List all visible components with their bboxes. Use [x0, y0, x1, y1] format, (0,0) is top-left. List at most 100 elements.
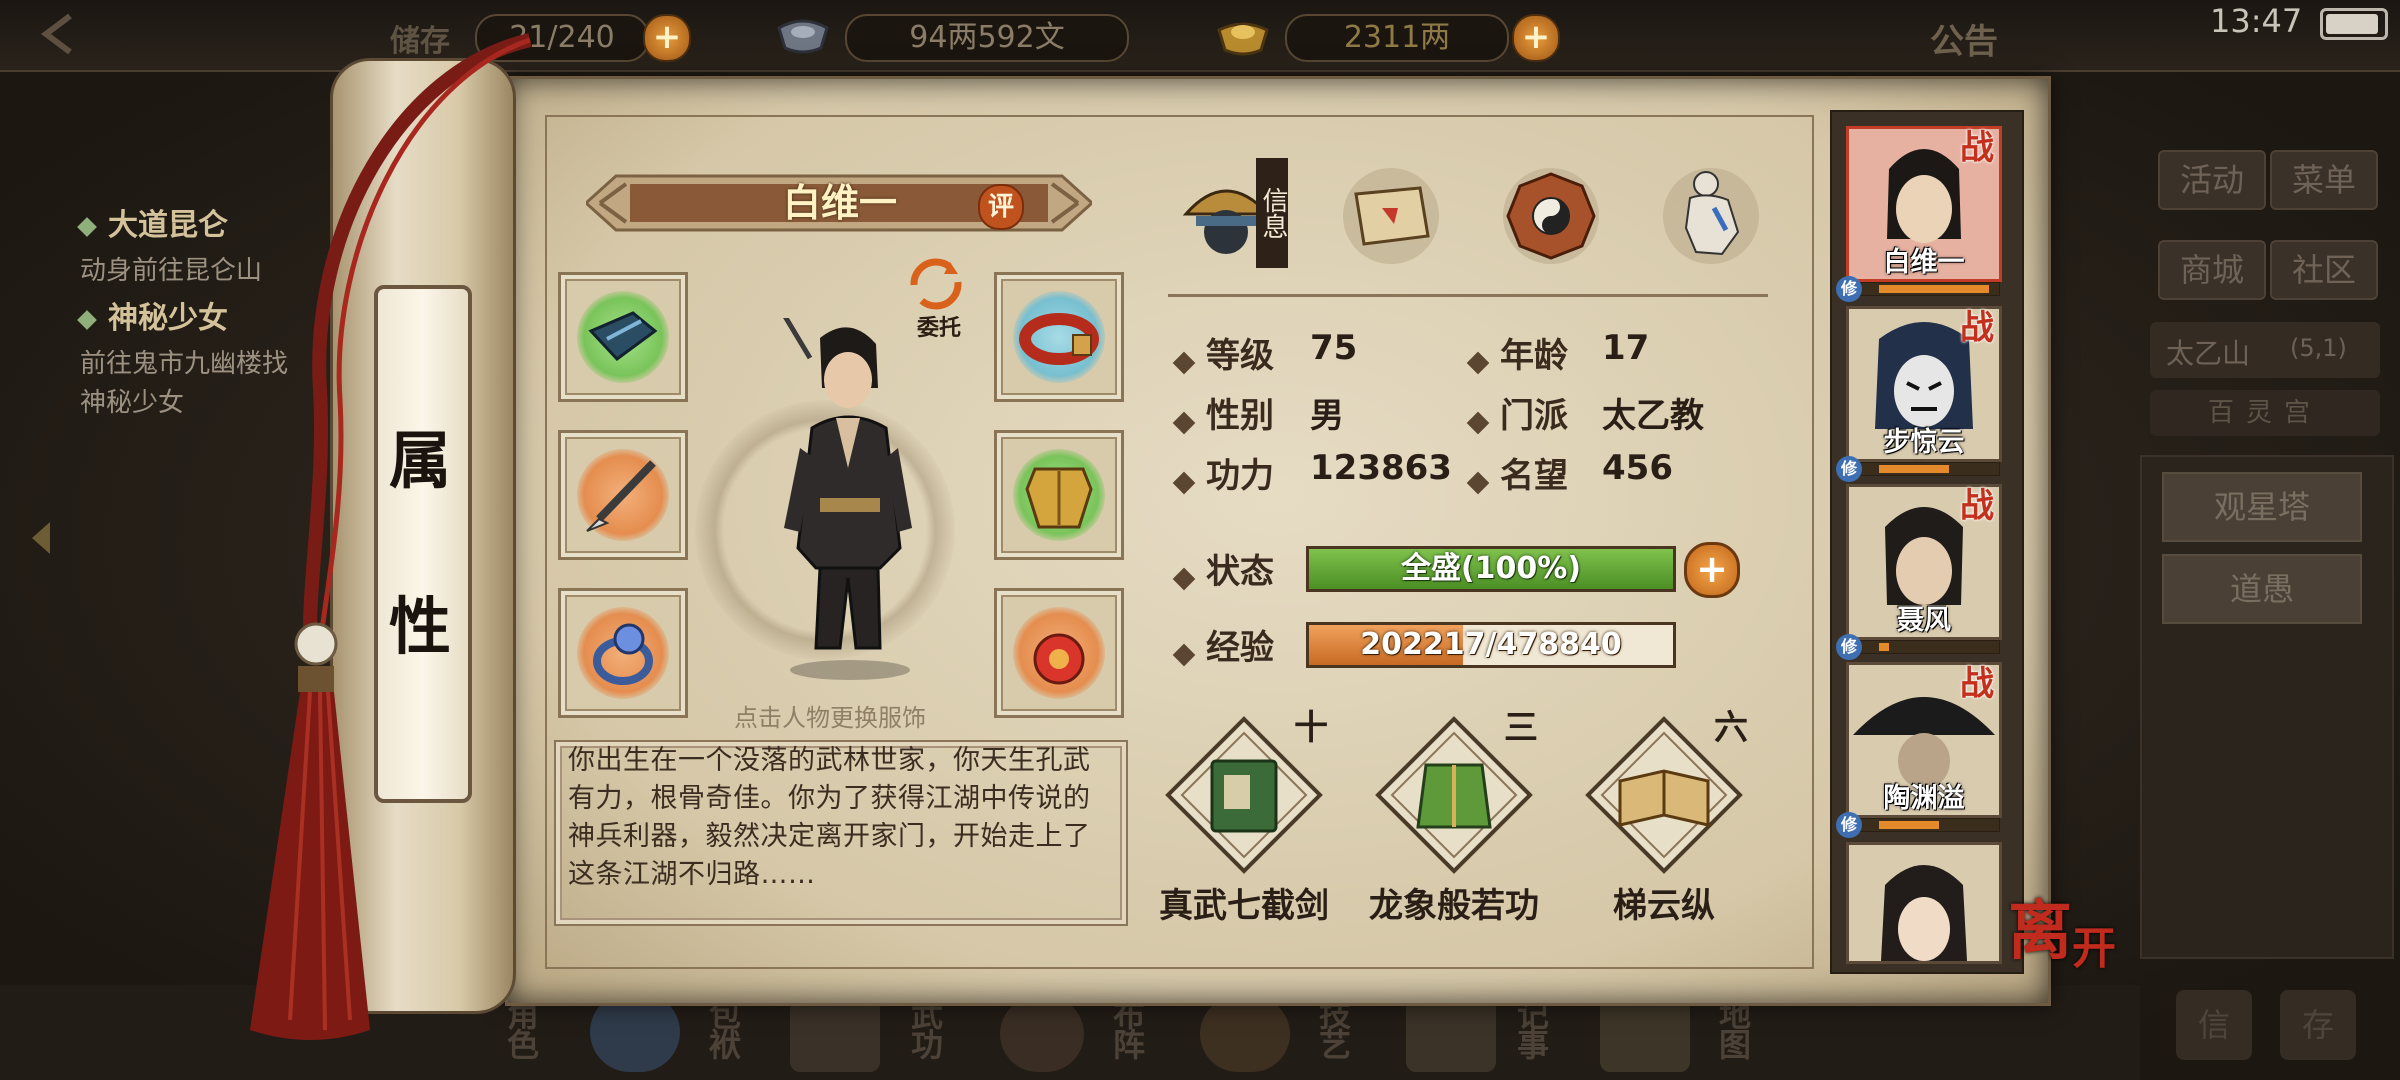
equip-slot-armor[interactable]	[994, 430, 1124, 560]
storage-add-button[interactable]: +	[643, 14, 691, 62]
nav-bag[interactable]: 包袱	[700, 998, 746, 1058]
rate-badge[interactable]: 评	[978, 184, 1024, 230]
skill-slot[interactable]	[1374, 715, 1534, 875]
character-backstory: 你出生在一个没落的武林世家，你天生孔武有力，根骨奇佳。你为了获得江湖中传说的神兵…	[568, 745, 1091, 890]
collapse-quests-icon[interactable]	[20, 512, 64, 564]
formation-icon[interactable]	[1000, 996, 1084, 1072]
martial-books-icon[interactable]	[790, 996, 880, 1072]
party-member-name: 步惊云	[1883, 427, 1965, 458]
skill-name: 真武七截剑	[1159, 886, 1329, 926]
leave-button[interactable]: 离开	[2008, 900, 2118, 1010]
equip-slot-weapon[interactable]	[558, 430, 688, 560]
party-member-bar	[1848, 640, 2000, 654]
armor-icon	[1013, 449, 1105, 541]
skill-name: 龙象般若功	[1369, 886, 1539, 926]
stat-sect-value: 太乙教	[1602, 396, 1704, 436]
skill-slot[interactable]	[1584, 715, 1744, 875]
exp-value: 202217/478840	[1360, 627, 1622, 662]
tab-divider	[1168, 294, 1768, 297]
belt-icon	[1013, 291, 1105, 383]
save-button[interactable]: 存	[2280, 990, 2356, 1060]
in-battle-tag: 战	[1960, 486, 1994, 526]
in-battle-tag: 战	[1960, 664, 1994, 704]
gloves-icon	[577, 291, 669, 383]
commission-label[interactable]: 委托	[904, 310, 974, 342]
nav-martial[interactable]: 武功	[902, 998, 948, 1058]
equip-slot-accessory[interactable]	[994, 588, 1124, 718]
skills-pot-icon[interactable]	[1200, 996, 1290, 1072]
bagua-tab[interactable]	[1496, 158, 1606, 268]
jade-pendant-icon	[1013, 607, 1105, 699]
equip-slot-belt[interactable]	[994, 272, 1124, 402]
cultivate-badge: 修	[1836, 456, 1862, 482]
stat-sect: 门派	[1466, 388, 1568, 437]
equip-slot-ring[interactable]	[558, 588, 688, 718]
mail-button[interactable]: 信	[2176, 990, 2252, 1060]
scroll-map-tab[interactable]	[1336, 158, 1446, 268]
back-arrow-icon[interactable]	[30, 6, 90, 62]
restore-status-button[interactable]: +	[1684, 542, 1740, 598]
green-robe-icon	[1416, 763, 1492, 829]
stat-status: 状态	[1172, 544, 1274, 593]
stat-age-value: 17	[1602, 328, 1650, 368]
notice-button[interactable]: 公告	[1930, 14, 1998, 63]
red-tassel-icon	[250, 622, 370, 1040]
info-tab-label: 信息	[1256, 158, 1288, 268]
silver-coin-icon	[775, 10, 831, 58]
zone-label: 百灵宫	[2150, 390, 2380, 436]
nav-map[interactable]: 地图	[1710, 998, 1756, 1058]
meridian-tab[interactable]	[1656, 158, 1766, 268]
nav-journal[interactable]: 记事	[1508, 998, 1554, 1058]
party-member-name: 白维一	[1883, 247, 1965, 278]
equip-slot-gloves[interactable]	[558, 272, 688, 402]
activity-button[interactable]: 活动	[2158, 150, 2266, 210]
cultivate-badge: 修	[1836, 276, 1862, 302]
cultivate-badge: 修	[1836, 812, 1862, 838]
in-battle-tag: 战	[1960, 128, 1994, 168]
clock-time: 13:47	[2210, 2, 2303, 40]
skill-slot[interactable]	[1164, 715, 1324, 875]
place-button[interactable]: 道愚	[2162, 554, 2362, 624]
stat-fame: 名望	[1466, 448, 1568, 497]
place-button[interactable]: 观星塔	[2162, 472, 2362, 542]
map-icon[interactable]	[1600, 996, 1690, 1072]
portrait-icon	[1881, 865, 1967, 961]
ingot-add-button[interactable]: +	[1512, 14, 1560, 62]
stat-power: 功力	[1172, 448, 1274, 497]
change-outfit-hint: 点击人物更换服饰	[734, 704, 926, 732]
community-button[interactable]: 社区	[2270, 240, 2378, 300]
party-member-name: 聂风	[1897, 605, 1951, 636]
battery-icon	[2320, 8, 2388, 40]
nav-skills[interactable]: 技艺	[1310, 998, 1356, 1058]
menu-button[interactable]: 菜单	[2270, 150, 2378, 210]
party-member-bar	[1848, 282, 2000, 296]
commission-icon[interactable]	[906, 254, 966, 314]
stat-age: 年龄	[1466, 328, 1568, 377]
spear-tip-icon	[577, 449, 669, 541]
party-member-name: 陶渊溢	[1883, 783, 1965, 814]
ingot-counter: 2311两	[1285, 14, 1509, 62]
journal-icon[interactable]	[1406, 996, 1496, 1072]
party-member-bar	[1848, 818, 2000, 832]
gold-ingot-icon	[1215, 10, 1271, 58]
skill-name: 梯云纵	[1613, 886, 1715, 926]
green-book-icon	[1210, 759, 1278, 833]
nav-formation[interactable]: 布阵	[1104, 998, 1150, 1058]
body-icon	[1663, 168, 1759, 264]
cultivate-badge: 修	[1836, 634, 1862, 660]
shop-button[interactable]: 商城	[2158, 240, 2266, 300]
stat-gender-value: 男	[1310, 396, 1344, 436]
in-battle-tag: 战	[1960, 308, 1994, 348]
character-figure[interactable]	[760, 318, 940, 688]
party-member-card[interactable]	[1846, 842, 2002, 964]
nav-role[interactable]: 角色	[498, 998, 544, 1058]
tassel-cord	[303, 33, 532, 630]
info-tab[interactable]: 信息	[1176, 158, 1288, 268]
stat-fame-value: 456	[1602, 448, 1673, 488]
stat-level-value: 75	[1310, 328, 1358, 368]
location-box: 太乙山 (5,1)	[2150, 322, 2380, 378]
scroll-map-icon	[1343, 168, 1439, 264]
stat-power-value: 123863	[1310, 448, 1452, 488]
stat-level: 等级	[1172, 328, 1274, 377]
stat-exp: 经验	[1172, 620, 1274, 669]
